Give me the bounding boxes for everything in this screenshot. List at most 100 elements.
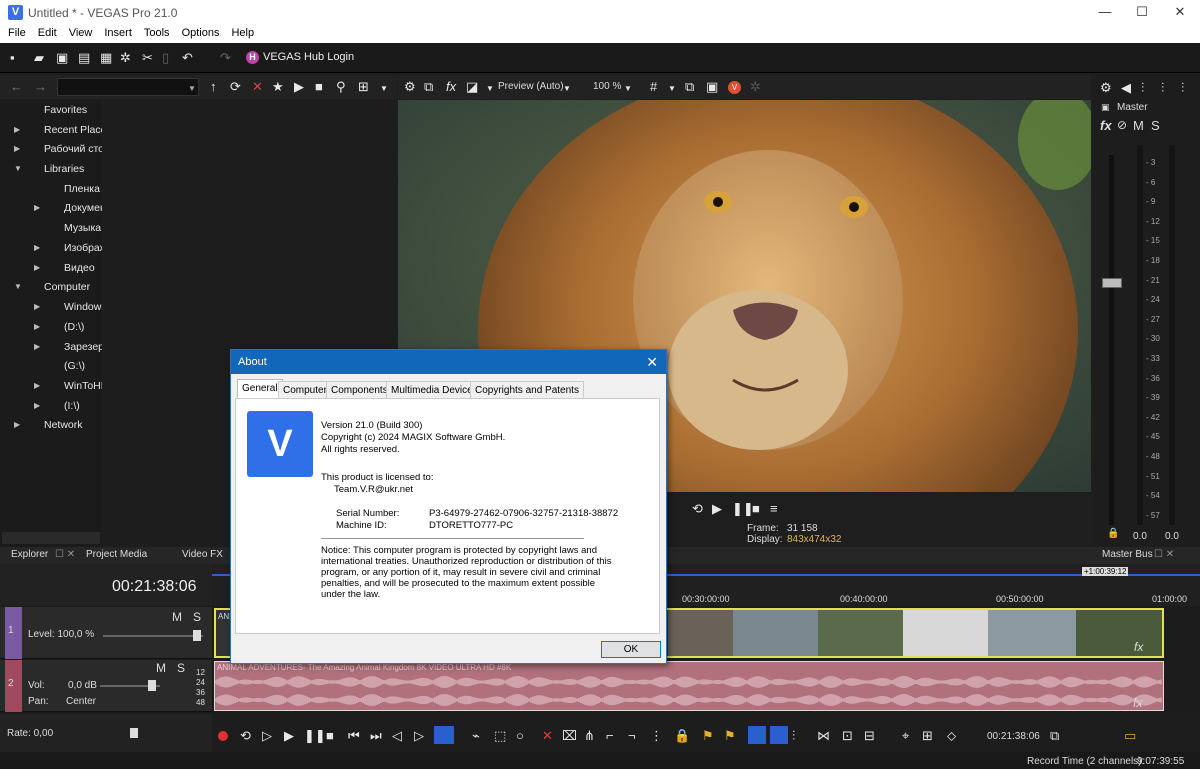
- properties-icon[interactable]: ▦: [100, 51, 112, 64]
- cut-timeline-icon[interactable]: ⋮: [650, 729, 663, 742]
- tree-item-documents[interactable]: ▶Документы: [34, 199, 102, 217]
- master-solo-button[interactable]: S: [1151, 118, 1160, 133]
- folder-icon[interactable]: ▭: [1124, 729, 1136, 742]
- quality-dropdown-icon[interactable]: ▼: [563, 82, 571, 95]
- render-icon[interactable]: ▤: [78, 51, 90, 64]
- menu-edit[interactable]: Edit: [38, 25, 57, 42]
- preview-zoom[interactable]: 100 %: [593, 81, 621, 92]
- tab-master-bus-close-icon[interactable]: ☐ ✕: [1154, 549, 1174, 560]
- play-icon[interactable]: ▶: [294, 80, 304, 93]
- envelope-tool-icon[interactable]: ⌁: [472, 729, 480, 742]
- menu-file[interactable]: File: [8, 25, 26, 42]
- path-dropdown-icon[interactable]: ▼: [188, 82, 196, 95]
- prev-frame-icon[interactable]: ◁: [392, 729, 402, 742]
- snapping-icon[interactable]: [748, 726, 766, 744]
- cursor-marker-icon[interactable]: ⬦: [947, 729, 956, 742]
- time-settings-icon[interactable]: ⧉: [1050, 729, 1059, 742]
- tree-item-drive-d[interactable]: ▶ (D:\): [34, 318, 84, 336]
- ok-button[interactable]: OK: [601, 641, 661, 658]
- tree-item-images[interactable]: ▶Изображения: [34, 239, 102, 257]
- tree-item-drive-i[interactable]: ▶ (I:\): [34, 397, 80, 415]
- tree-item-libraries[interactable]: ▼ Libraries: [14, 160, 84, 178]
- audio-clip-fx-icon[interactable]: fx: [1133, 696, 1142, 710]
- explorer-path-input[interactable]: [57, 78, 199, 96]
- lock-envelopes-icon[interactable]: 🔒: [674, 729, 690, 742]
- forward-icon[interactable]: →: [34, 80, 47, 93]
- tree-item-wintohdd[interactable]: ▶WinToHDD: [34, 377, 102, 395]
- settings-icon[interactable]: ✲: [120, 51, 131, 64]
- monitor-icon[interactable]: ⊞: [922, 729, 933, 742]
- preview-settings-icon[interactable]: ⚙: [404, 80, 416, 93]
- tab-master-bus[interactable]: Master Bus: [1102, 549, 1153, 560]
- loop-icon[interactable]: ⟲: [692, 502, 703, 515]
- tree-item-computer[interactable]: ▼ Computer: [14, 278, 90, 296]
- menu-tools[interactable]: Tools: [144, 25, 170, 42]
- insert-bus-icon[interactable]: ⫶: [1161, 81, 1164, 94]
- track-2-solo[interactable]: S: [177, 661, 185, 675]
- tree-item-recent[interactable]: ▶Recent Places: [14, 121, 102, 139]
- back-icon[interactable]: ←: [10, 80, 23, 93]
- auto-ripple-icon[interactable]: [770, 726, 788, 744]
- split-dropdown-icon[interactable]: ▼: [486, 82, 494, 95]
- stop-icon[interactable]: ■: [315, 80, 323, 93]
- region-icon[interactable]: ⚑: [724, 729, 736, 742]
- refresh-icon[interactable]: ⟳: [230, 80, 241, 93]
- about-close-button[interactable]: ✕: [646, 350, 658, 374]
- delete-icon[interactable]: ▯: [162, 51, 169, 64]
- menu-insert[interactable]: Insert: [104, 25, 132, 42]
- up-folder-icon[interactable]: ↑: [210, 80, 217, 93]
- tree-item-drive-g[interactable]: (G:\): [64, 357, 85, 375]
- faders-icon[interactable]: ⫶: [1141, 81, 1144, 94]
- transport-stop-icon[interactable]: ■: [326, 729, 334, 742]
- tree-item-video[interactable]: ▶ Видео: [34, 259, 95, 277]
- loop-playback-icon[interactable]: ⟲: [240, 729, 251, 742]
- external-monitor-icon[interactable]: ⧉: [424, 80, 433, 93]
- video-track-header[interactable]: 1 M S Level: 100,0 %: [0, 607, 212, 659]
- trim-icon[interactable]: ⌧: [562, 729, 577, 742]
- minimize-button[interactable]: —: [1095, 4, 1115, 19]
- tab-copyrights-patents[interactable]: Copyrights and Patents: [470, 381, 584, 398]
- speaker-icon[interactable]: ◀: [1121, 81, 1131, 94]
- marker-pin-icon[interactable]: ⌖: [902, 729, 909, 742]
- go-to-start-icon[interactable]: ⏮: [348, 729, 360, 742]
- tab-explorer[interactable]: Explorer: [11, 549, 48, 560]
- preview-play-icon[interactable]: ▶: [712, 502, 722, 515]
- normal-edit-tool-icon[interactable]: [434, 726, 454, 744]
- master-checkbox[interactable]: ▣: [1101, 102, 1110, 113]
- preview-stop-icon[interactable]: ■: [752, 502, 760, 515]
- mixer-settings-icon[interactable]: ⚙: [1100, 81, 1112, 94]
- redo-icon[interactable]: ↷: [220, 51, 231, 64]
- master-mute-button[interactable]: M: [1133, 118, 1144, 133]
- crossfade-icon[interactable]: ⋈: [817, 729, 830, 742]
- trim-start-icon[interactable]: ⌐: [606, 729, 614, 742]
- save-icon[interactable]: ▣: [56, 51, 68, 64]
- tab-computer[interactable]: Computer: [278, 381, 332, 398]
- new-project-icon[interactable]: ▪: [10, 51, 15, 64]
- play-from-start-icon[interactable]: ▷: [262, 729, 272, 742]
- preview-menu-icon[interactable]: ≡: [770, 502, 778, 515]
- tree-horizontal-scrollbar[interactable]: [2, 532, 100, 544]
- delete-tool-icon[interactable]: ✕: [542, 729, 553, 742]
- tab-multimedia-devices[interactable]: Multimedia Devices: [386, 381, 483, 398]
- vegas-hub-login-button[interactable]: H VEGAS Hub Login: [246, 51, 354, 64]
- tree-item-windows[interactable]: ▶Windows: [34, 298, 102, 316]
- preview-pause-icon[interactable]: ❚❚: [732, 502, 754, 515]
- transport-pause-icon[interactable]: ❚❚: [304, 729, 326, 742]
- cut-icon[interactable]: ✂: [142, 51, 153, 64]
- overlays-grid-icon[interactable]: #: [650, 80, 657, 93]
- transport-play-icon[interactable]: ▶: [284, 729, 294, 742]
- auto-preview-icon[interactable]: ⚲: [336, 80, 346, 93]
- menu-help[interactable]: Help: [231, 25, 254, 42]
- audio-clip[interactable]: ANIMAL ADVENTURES- The Amazing Animal Ki…: [214, 661, 1164, 711]
- views-icon[interactable]: ⊞: [358, 80, 369, 93]
- mixer-more-icon[interactable]: ⫶: [1181, 81, 1184, 94]
- record-icon[interactable]: [218, 731, 228, 741]
- tree-item-favorites[interactable]: Favorites: [44, 101, 87, 119]
- video-fx-icon[interactable]: fx: [446, 80, 456, 93]
- audio-track-header[interactable]: 2 M S Vol: 0,0 dB Pan: Center 12 24 36 4…: [0, 660, 212, 712]
- maximize-button[interactable]: ☐: [1132, 4, 1152, 20]
- selection-tool-icon[interactable]: ⬚: [494, 729, 506, 742]
- open-icon[interactable]: ▰: [34, 51, 44, 64]
- undo-icon[interactable]: ↶: [182, 51, 193, 64]
- master-fader-handle[interactable]: [1102, 278, 1122, 288]
